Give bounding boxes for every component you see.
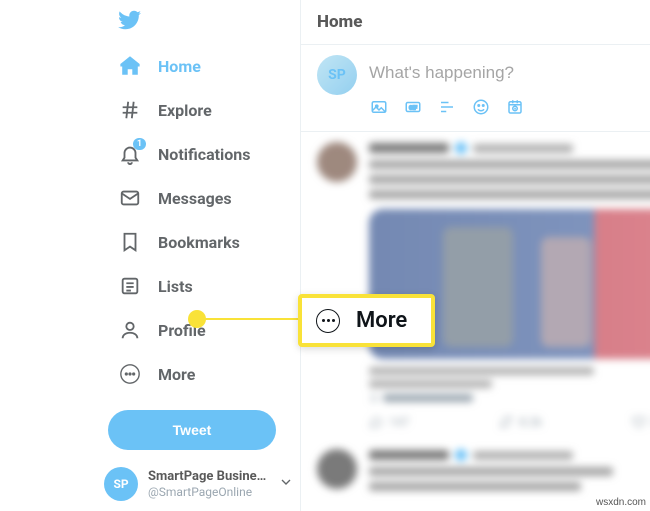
schedule-icon[interactable] [505,97,525,117]
nav-label: Home [158,57,201,76]
tweet-item[interactable] [301,439,650,501]
callout-more: More [298,294,435,347]
svg-text:GIF: GIF [409,105,417,111]
tweet-button[interactable]: Tweet [108,410,276,450]
tweet-text-line [369,190,650,199]
app-root: Home Explore 1 Notifications Messages [0,0,650,511]
image-icon[interactable] [369,97,389,117]
tweet-author-handle [473,451,573,460]
media-figure [541,237,591,347]
nav-explore[interactable]: Explore [108,88,300,132]
notification-badge: 1 [133,138,146,150]
tweet-text-line [369,467,613,476]
sidebar: Home Explore 1 Notifications Messages [0,0,300,511]
nav-label: Notifications [158,145,251,164]
page-title: Home [317,12,634,32]
nav-label: Bookmarks [158,233,240,252]
highlight-connector [204,318,300,320]
nav-bookmarks[interactable]: Bookmarks [108,220,300,264]
like-button[interactable]: 2.3k [632,415,650,429]
account-switcher[interactable]: SP SmartPage Business… @SmartPageOnline [100,457,300,511]
avatar: SP [104,467,138,501]
tweet-avatar [317,449,357,489]
tweet-author-handle [473,144,573,153]
account-display-name: SmartPage Business… [148,469,268,485]
nav-label: Messages [158,189,232,208]
envelope-icon [118,186,142,210]
callout-label: More [356,308,407,333]
retweet-count: 8.2k [519,415,542,429]
watermark: wsxdn.com [596,497,646,508]
tweet-composer: SP GIF [301,45,650,132]
home-icon [118,54,142,78]
tweet-text-line [369,482,581,491]
poll-icon[interactable] [437,97,457,117]
composer-avatar: SP [317,55,357,95]
card-link[interactable] [369,393,650,403]
nav-home[interactable]: Home [108,44,300,88]
tweet-item[interactable]: CHIP IN ELECT J & KAMA [301,132,650,439]
account-names: SmartPage Business… @SmartPageOnline [148,469,268,499]
more-icon [316,309,340,333]
emoji-icon[interactable] [471,97,491,117]
media-figure [443,227,513,347]
nav-label: Lists [158,277,193,296]
nav-messages[interactable]: Messages [108,176,300,220]
nav-lists[interactable]: Lists [108,264,300,308]
bell-icon: 1 [118,142,142,166]
bookmark-icon [118,230,142,254]
reply-button[interactable]: 147 [369,415,409,429]
nav-notifications[interactable]: 1 Notifications [108,132,300,176]
tweet-actions: 147 8.2k 2.3k [369,415,650,429]
gif-icon[interactable]: GIF [403,97,423,117]
profile-icon [118,318,142,342]
nav-more[interactable]: More [108,352,300,396]
nav-label: Explore [158,101,212,120]
tweet-text-line [369,160,650,169]
retweet-button[interactable]: 8.2k [499,415,542,429]
reply-count: 147 [389,415,409,429]
hash-icon [118,98,142,122]
tweet-author-name [369,450,449,460]
main-column: Home SP GIF [301,0,650,511]
timeline-header: Home [301,0,650,45]
nav-label: More [158,365,195,384]
composer-input[interactable] [369,55,634,97]
card-caption [369,367,650,403]
tweet-author-name [369,143,449,153]
verified-badge-icon [455,449,467,461]
chevron-down-icon [278,474,294,494]
composer-toolbar: GIF [369,97,634,125]
verified-badge-icon [455,142,467,154]
account-handle: @SmartPageOnline [148,485,268,499]
tweet-avatar [317,142,357,182]
twitter-logo[interactable] [118,8,300,36]
more-icon [118,362,142,386]
tweet-text-line [369,175,650,184]
list-icon [118,274,142,298]
